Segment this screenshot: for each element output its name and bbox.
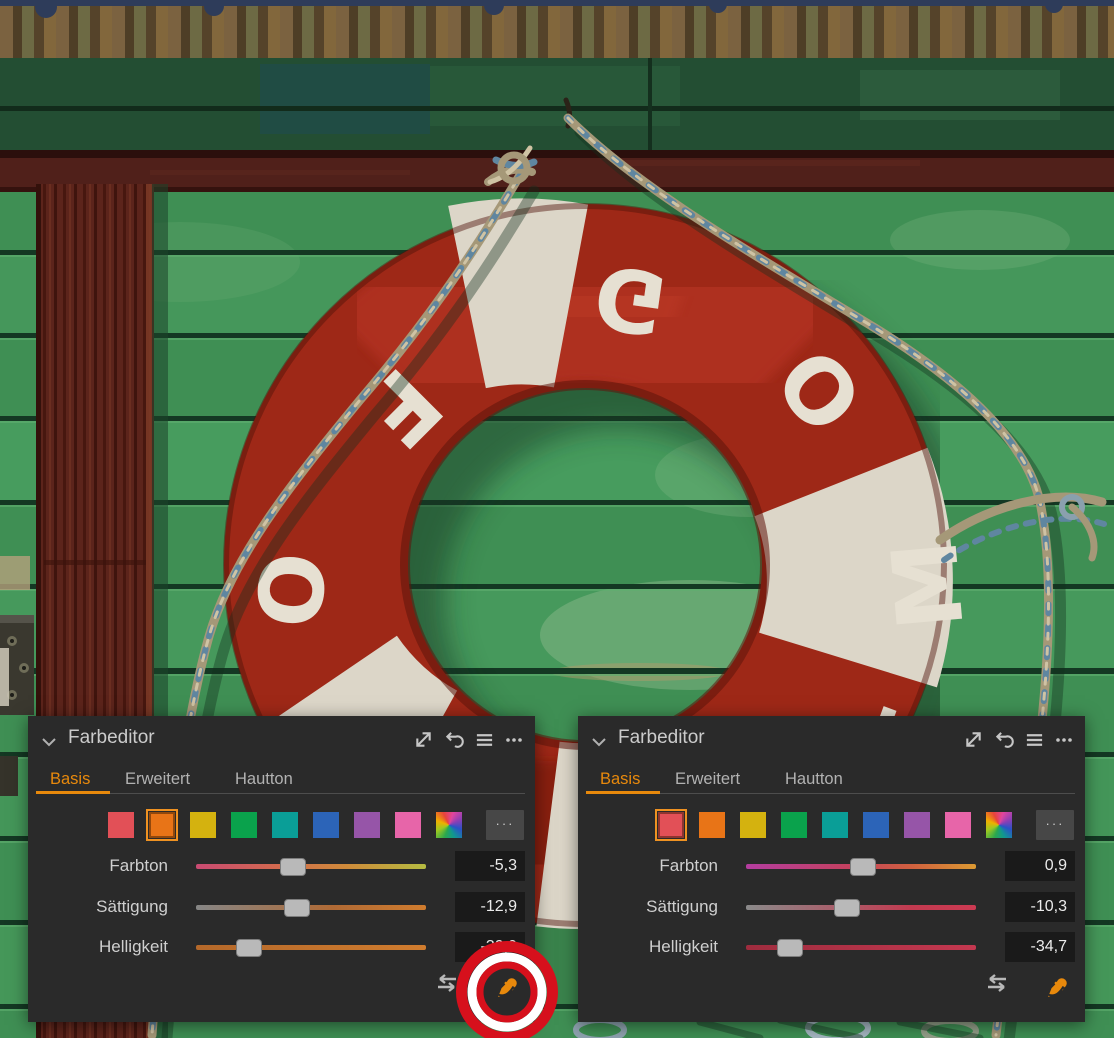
menu-icon[interactable] bbox=[475, 732, 494, 748]
swatch-rainbow[interactable] bbox=[436, 812, 462, 838]
swatch-rainbow[interactable] bbox=[986, 812, 1012, 838]
more-colors-button[interactable]: ··· bbox=[486, 810, 524, 840]
screenshot-stage: F G O M E O bbox=[0, 0, 1114, 1038]
swatch-teal[interactable] bbox=[822, 812, 848, 838]
lightness-slider-handle[interactable] bbox=[776, 938, 803, 957]
swatch-orange[interactable] bbox=[699, 812, 725, 838]
menu-icon[interactable] bbox=[1025, 732, 1044, 748]
tab-divider bbox=[38, 793, 525, 794]
tab-divider bbox=[588, 793, 1075, 794]
tab-erweitert[interactable]: Erweitert bbox=[125, 770, 190, 789]
hue-label: Farbton bbox=[109, 856, 168, 875]
more-icon[interactable] bbox=[505, 737, 523, 743]
swatch-green[interactable] bbox=[781, 812, 807, 838]
lightness-slider-track[interactable] bbox=[746, 938, 976, 957]
color-swatch-row bbox=[655, 809, 1012, 841]
color-editor-panel-left: Farbeditor Basis Erweitert Hautton ··· F… bbox=[28, 716, 535, 1022]
more-colors-button[interactable]: ··· bbox=[1036, 810, 1074, 840]
eyedropper-icon[interactable] bbox=[491, 974, 521, 1004]
eyedropper-icon[interactable] bbox=[1041, 974, 1071, 1004]
swatch-yellow[interactable] bbox=[190, 812, 216, 838]
undo-icon[interactable] bbox=[994, 730, 1014, 749]
saturation-value[interactable]: -12,9 bbox=[455, 892, 525, 922]
lightness-slider-handle[interactable] bbox=[235, 938, 262, 957]
color-editor-panel-right: Farbeditor Basis Erweitert Hautton ··· F… bbox=[578, 716, 1085, 1022]
upper-planks bbox=[0, 58, 1114, 154]
lightness-label: Helligkeit bbox=[649, 937, 718, 956]
saturation-slider-track[interactable] bbox=[746, 898, 976, 917]
swatch-pink[interactable] bbox=[945, 812, 971, 838]
tab-hautton[interactable]: Hautton bbox=[235, 770, 293, 789]
swatch-red-selected[interactable] bbox=[655, 809, 687, 841]
lightness-label: Helligkeit bbox=[99, 937, 168, 956]
lightness-slider-track[interactable] bbox=[196, 938, 426, 957]
swap-icon[interactable] bbox=[984, 972, 1010, 994]
hue-slider-handle[interactable] bbox=[279, 857, 306, 876]
tab-erweitert[interactable]: Erweitert bbox=[675, 770, 740, 789]
color-swatch-row bbox=[108, 809, 462, 841]
saturation-label: Sättigung bbox=[96, 897, 168, 916]
expand-icon[interactable] bbox=[964, 730, 983, 749]
undo-icon[interactable] bbox=[444, 730, 464, 749]
saturation-label: Sättigung bbox=[646, 897, 718, 916]
swatch-red[interactable] bbox=[108, 812, 134, 838]
swap-icon[interactable] bbox=[434, 972, 460, 994]
hue-slider-handle[interactable] bbox=[850, 857, 877, 876]
swatch-blue[interactable] bbox=[313, 812, 339, 838]
swatch-orange-selected[interactable] bbox=[146, 809, 178, 841]
swatch-purple[interactable] bbox=[904, 812, 930, 838]
tab-hautton[interactable]: Hautton bbox=[785, 770, 843, 789]
chevron-down-icon[interactable] bbox=[591, 737, 607, 747]
lightness-value[interactable]: -30,9 bbox=[455, 932, 525, 962]
chevron-down-icon[interactable] bbox=[41, 737, 57, 747]
tab-basis[interactable]: Basis bbox=[50, 770, 90, 789]
panel-title: Farbeditor bbox=[68, 727, 155, 748]
active-tab-indicator bbox=[586, 791, 660, 794]
expand-icon[interactable] bbox=[414, 730, 433, 749]
swatch-green[interactable] bbox=[231, 812, 257, 838]
swatch-purple[interactable] bbox=[354, 812, 380, 838]
svg-text:M: M bbox=[872, 536, 984, 634]
saturation-slider-track[interactable] bbox=[196, 898, 426, 917]
hue-label: Farbton bbox=[659, 856, 718, 875]
lightness-value[interactable]: -34,7 bbox=[1005, 932, 1075, 962]
swatch-teal[interactable] bbox=[272, 812, 298, 838]
tab-basis[interactable]: Basis bbox=[600, 770, 640, 789]
panel-title: Farbeditor bbox=[618, 727, 705, 748]
saturation-value[interactable]: -10,3 bbox=[1005, 892, 1075, 922]
hue-slider-track[interactable] bbox=[196, 857, 426, 876]
svg-text:G: G bbox=[588, 245, 672, 354]
wood-patch bbox=[0, 556, 30, 590]
swatch-pink[interactable] bbox=[395, 812, 421, 838]
active-tab-indicator bbox=[36, 791, 110, 794]
hue-value[interactable]: -5,3 bbox=[455, 851, 525, 881]
swatch-yellow[interactable] bbox=[740, 812, 766, 838]
saturation-slider-handle[interactable] bbox=[834, 898, 861, 917]
more-icon[interactable] bbox=[1055, 737, 1073, 743]
swatch-blue[interactable] bbox=[863, 812, 889, 838]
saturation-slider-handle[interactable] bbox=[284, 898, 311, 917]
hue-slider-track[interactable] bbox=[746, 857, 976, 876]
hue-value[interactable]: 0,9 bbox=[1005, 851, 1075, 881]
